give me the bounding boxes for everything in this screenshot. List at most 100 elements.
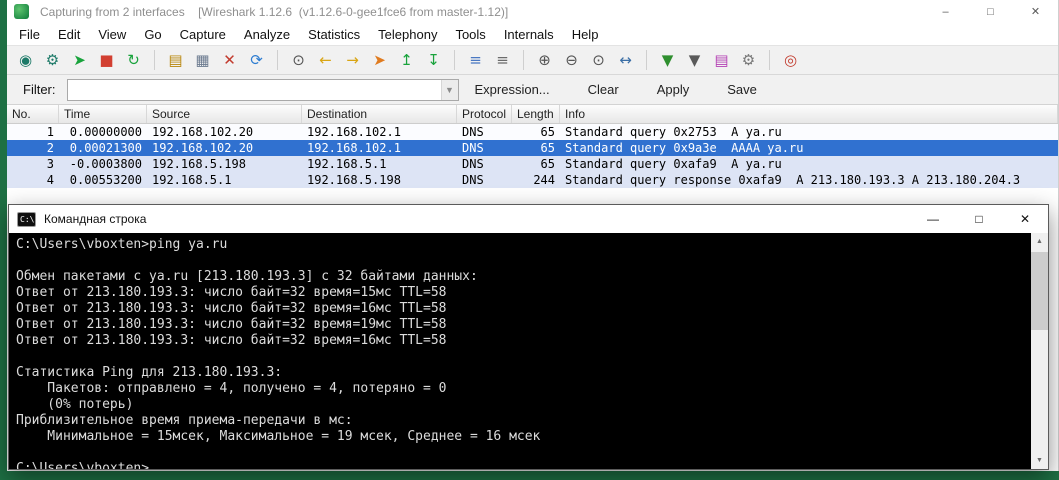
cell-source: 192.168.5.1 bbox=[147, 172, 302, 188]
cell-info: Standard query 0xafa9 A ya.ru bbox=[560, 156, 1058, 172]
packet-row[interactable]: 20.00021300192.168.102.20192.168.102.1DN… bbox=[7, 140, 1058, 156]
preferences-icon[interactable]: ⚙ bbox=[736, 48, 761, 72]
menu-internals[interactable]: Internals bbox=[495, 25, 563, 44]
cell-no: 1 bbox=[7, 124, 59, 140]
menu-file[interactable]: File bbox=[10, 25, 49, 44]
display-filters-icon[interactable]: ▼ bbox=[682, 48, 707, 72]
stop-capture-icon[interactable]: ■ bbox=[94, 48, 119, 72]
cell-destination: 192.168.5.1 bbox=[302, 156, 457, 172]
toolbar-separator bbox=[646, 50, 647, 70]
autoscroll-icon[interactable]: ≡ bbox=[490, 48, 515, 72]
go-to-top-icon[interactable]: ↥ bbox=[394, 48, 419, 72]
go-to-packet-icon[interactable]: ➤ bbox=[367, 48, 392, 72]
zoom-in-icon[interactable]: ⊕ bbox=[532, 48, 557, 72]
wireshark-toolbar: ◉⚙➤■↻▤▦✕⟳⊙←→➤↥↧≡≡⊕⊖⊙↔▼▼▤⚙◎ bbox=[7, 45, 1058, 75]
menu-edit[interactable]: Edit bbox=[49, 25, 89, 44]
cmd-minimize-button[interactable]: — bbox=[910, 205, 956, 233]
save-file-icon[interactable]: ▦ bbox=[190, 48, 215, 72]
capture-filters-icon[interactable]: ▼ bbox=[655, 48, 680, 72]
cell-time: 0.00021300 bbox=[59, 140, 147, 156]
menu-capture[interactable]: Capture bbox=[171, 25, 235, 44]
console-line: Ответ от 213.180.193.3: число байт=32 вр… bbox=[16, 285, 1031, 301]
resize-columns-icon[interactable]: ↔ bbox=[613, 48, 638, 72]
expression-button[interactable]: Expression... bbox=[471, 80, 554, 99]
toolbar-separator bbox=[277, 50, 278, 70]
cell-protocol: DNS bbox=[457, 140, 512, 156]
menu-telephony[interactable]: Telephony bbox=[369, 25, 446, 44]
console-line bbox=[16, 445, 1031, 461]
console-line: (0% потерь) bbox=[16, 397, 1031, 413]
find-packet-icon[interactable]: ⊙ bbox=[286, 48, 311, 72]
cmd-maximize-button[interactable]: □ bbox=[956, 205, 1002, 233]
cmd-window-controls: — □ ✕ bbox=[910, 205, 1048, 233]
filter-combo: ▼ bbox=[67, 79, 459, 101]
close-file-icon[interactable]: ✕ bbox=[217, 48, 242, 72]
wireshark-minimize-button[interactable]: – bbox=[923, 0, 968, 23]
packet-row[interactable]: 3-0.0003800192.168.5.198192.168.5.1DNS65… bbox=[7, 156, 1058, 172]
coloring-rules-icon[interactable]: ▤ bbox=[709, 48, 734, 72]
packet-row[interactable]: 10.00000000192.168.102.20192.168.102.1DN… bbox=[7, 124, 1058, 140]
column-header-length[interactable]: Length bbox=[512, 105, 560, 123]
filter-buttons: Expression... Clear Apply Save bbox=[471, 80, 791, 99]
cmd-window: C:\ Командная строка — □ ✕ C:\Users\vbox… bbox=[8, 204, 1049, 470]
cell-length: 65 bbox=[512, 156, 560, 172]
column-header-destination[interactable]: Destination bbox=[302, 105, 457, 123]
restart-capture-icon[interactable]: ↻ bbox=[121, 48, 146, 72]
apply-button[interactable]: Apply bbox=[653, 80, 694, 99]
toolbar-separator bbox=[454, 50, 455, 70]
go-to-bottom-icon[interactable]: ↧ bbox=[421, 48, 446, 72]
menu-statistics[interactable]: Statistics bbox=[299, 25, 369, 44]
column-header-protocol[interactable]: Protocol bbox=[457, 105, 512, 123]
help-icon[interactable]: ◎ bbox=[778, 48, 803, 72]
wireshark-menubar: FileEditViewGoCaptureAnalyzeStatisticsTe… bbox=[7, 23, 1058, 45]
filter-bar: Filter: ▼ Expression...ClearApplySave bbox=[7, 75, 1058, 105]
menu-help[interactable]: Help bbox=[563, 25, 608, 44]
cell-no: 3 bbox=[7, 156, 59, 172]
cell-protocol: DNS bbox=[457, 156, 512, 172]
go-back-icon[interactable]: ← bbox=[313, 48, 338, 72]
open-file-icon[interactable]: ▤ bbox=[163, 48, 188, 72]
reload-icon[interactable]: ⟳ bbox=[244, 48, 269, 72]
desktop: Capturing from 2 interfaces [Wireshark 1… bbox=[0, 0, 1059, 480]
cell-destination: 192.168.102.1 bbox=[302, 124, 457, 140]
cell-no: 4 bbox=[7, 172, 59, 188]
console-line: Ответ от 213.180.193.3: число байт=32 вр… bbox=[16, 301, 1031, 317]
cell-destination: 192.168.102.1 bbox=[302, 140, 457, 156]
menu-view[interactable]: View bbox=[89, 25, 135, 44]
scroll-up-icon[interactable]: ▲ bbox=[1031, 233, 1048, 250]
column-header-source[interactable]: Source bbox=[147, 105, 302, 123]
cmd-close-button[interactable]: ✕ bbox=[1002, 205, 1048, 233]
menu-go[interactable]: Go bbox=[135, 25, 170, 44]
console-line: Ответ от 213.180.193.3: число байт=32 вр… bbox=[16, 333, 1031, 349]
console-line: Обмен пакетами с ya.ru [213.180.193.3] с… bbox=[16, 269, 1031, 285]
menu-tools[interactable]: Tools bbox=[446, 25, 494, 44]
cell-source: 192.168.5.198 bbox=[147, 156, 302, 172]
start-capture-icon[interactable]: ➤ bbox=[67, 48, 92, 72]
filter-dropdown-icon[interactable]: ▼ bbox=[441, 80, 458, 100]
go-forward-icon[interactable]: → bbox=[340, 48, 365, 72]
menu-analyze[interactable]: Analyze bbox=[235, 25, 299, 44]
wireshark-close-button[interactable]: ✕ bbox=[1013, 0, 1058, 23]
save-button[interactable]: Save bbox=[723, 80, 761, 99]
clear-button[interactable]: Clear bbox=[584, 80, 623, 99]
column-header-no[interactable]: No. bbox=[7, 105, 59, 123]
wireshark-window-controls: – □ ✕ bbox=[923, 0, 1058, 23]
filter-input[interactable] bbox=[68, 80, 441, 100]
cmd-prompt-icon: C:\ bbox=[17, 212, 36, 227]
colorize-packets-icon[interactable]: ≡ bbox=[463, 48, 488, 72]
cell-info: Standard query 0x9a3e AAAA ya.ru bbox=[560, 140, 1058, 156]
cmd-console[interactable]: C:\Users\vboxten>ping ya.ru Обмен пакета… bbox=[9, 233, 1048, 469]
capture-options-icon[interactable]: ⚙ bbox=[40, 48, 65, 72]
wireshark-maximize-button[interactable]: □ bbox=[968, 0, 1013, 23]
scroll-down-icon[interactable]: ▼ bbox=[1031, 452, 1048, 469]
list-interfaces-icon[interactable]: ◉ bbox=[13, 48, 38, 72]
packet-row[interactable]: 40.00553200192.168.5.1192.168.5.198DNS24… bbox=[7, 172, 1058, 188]
zoom-100-icon[interactable]: ⊙ bbox=[586, 48, 611, 72]
column-header-time[interactable]: Time bbox=[59, 105, 147, 123]
cell-no: 2 bbox=[7, 140, 59, 156]
column-header-info[interactable]: Info bbox=[560, 105, 1058, 123]
scrollbar-thumb[interactable] bbox=[1031, 252, 1048, 330]
zoom-out-icon[interactable]: ⊖ bbox=[559, 48, 584, 72]
scrollbar-track[interactable] bbox=[1031, 250, 1048, 452]
cmd-scrollbar[interactable]: ▲ ▼ bbox=[1031, 233, 1048, 469]
